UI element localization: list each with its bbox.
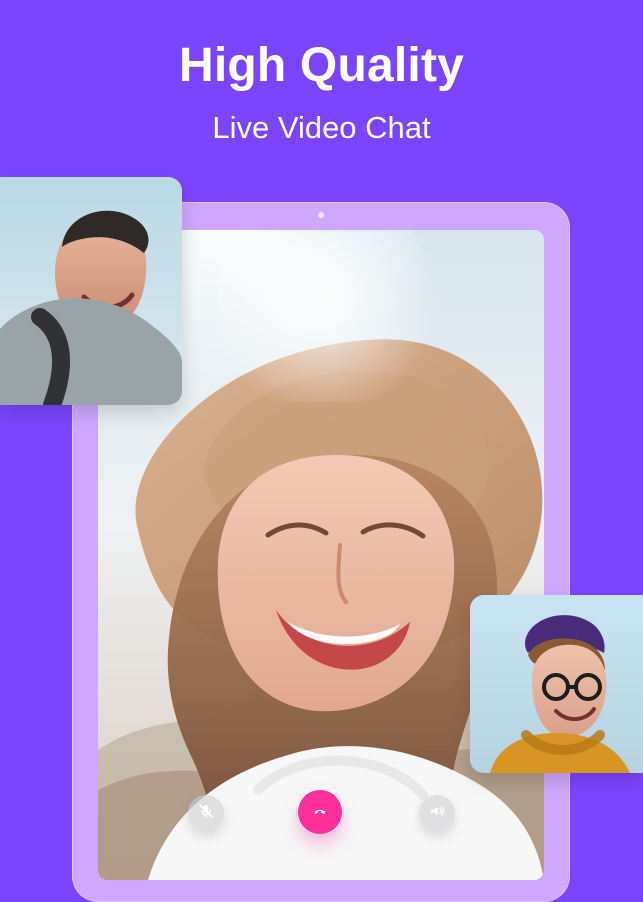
- subheadline: Live Video Chat: [212, 110, 431, 145]
- participant-1-illustration: [0, 177, 182, 405]
- participant-2-illustration: [470, 595, 643, 773]
- front-camera-dot: [318, 212, 324, 218]
- call-controls: [0, 786, 643, 840]
- hangup-icon: [311, 801, 329, 824]
- headline: High Quality: [178, 39, 465, 92]
- speaker-icon: [428, 802, 446, 825]
- participant-video-tile-1[interactable]: [0, 177, 182, 405]
- hangup-button[interactable]: [298, 790, 342, 834]
- participant-video-tile-2[interactable]: [470, 595, 643, 773]
- speaker-button[interactable]: [419, 795, 455, 831]
- mic-off-icon: [197, 802, 215, 825]
- mute-button[interactable]: [188, 795, 224, 831]
